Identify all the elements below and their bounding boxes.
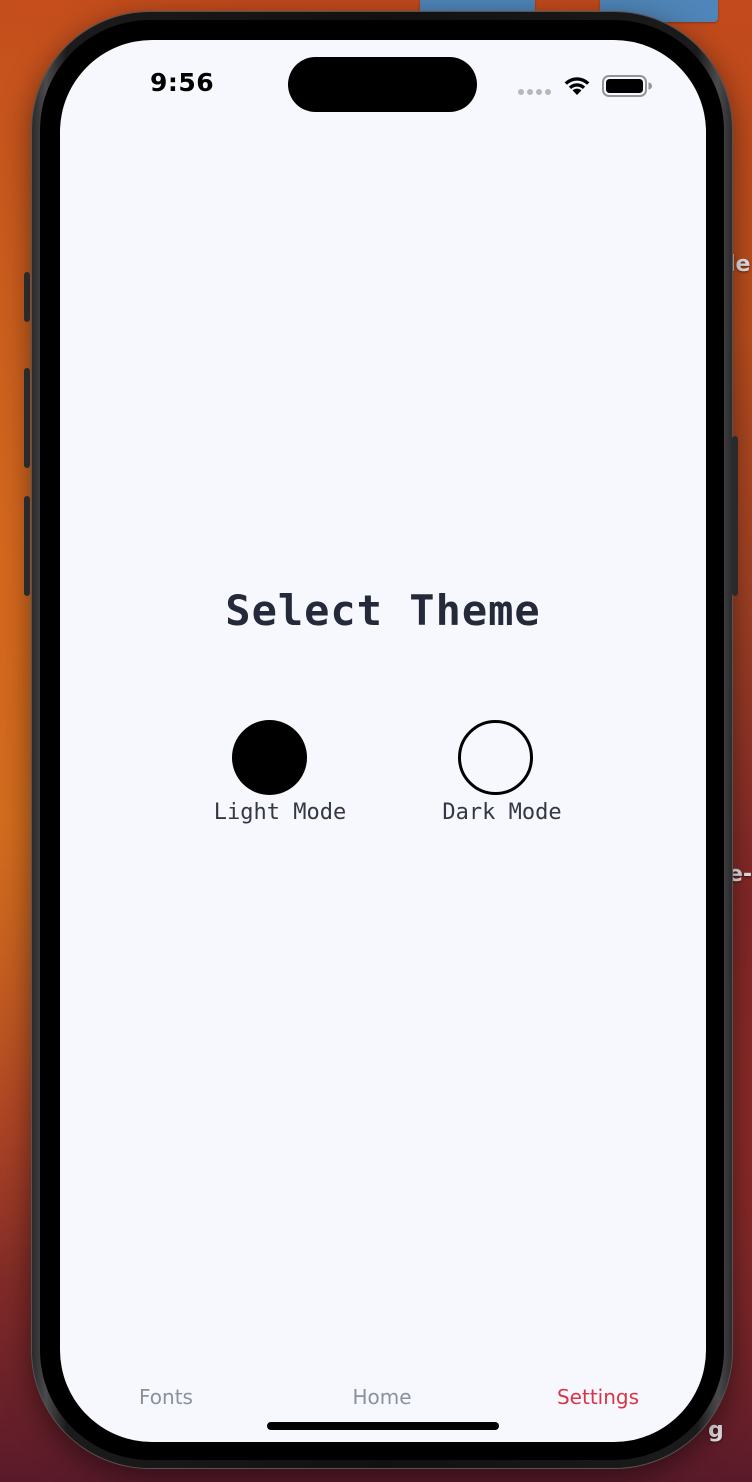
dark-mode-option[interactable]: Dark Mode (420, 718, 580, 833)
dark-mode-label: Dark Mode (442, 800, 562, 825)
battery-icon (602, 75, 652, 97)
home-indicator[interactable] (267, 1422, 499, 1430)
action-button[interactable] (24, 272, 30, 322)
phone-screen: 9:56 Select Theme Light Mode Dark Mode F… (60, 40, 706, 1442)
light-mode-swatch[interactable] (232, 720, 307, 795)
wifi-icon (564, 77, 590, 95)
page-title: Select Theme (225, 586, 541, 635)
tab-fonts[interactable]: Fonts (86, 1385, 246, 1409)
desktop-label-fragment: g (708, 1418, 724, 1443)
power-button[interactable] (732, 436, 738, 596)
volume-down-button[interactable] (24, 496, 30, 596)
light-mode-option[interactable]: Light Mode (210, 718, 370, 833)
tab-home[interactable]: Home (302, 1385, 462, 1409)
dynamic-island (288, 57, 477, 112)
light-mode-label: Light Mode (213, 800, 347, 825)
tab-settings[interactable]: Settings (518, 1385, 678, 1409)
status-time: 9:56 (150, 68, 215, 97)
cellular-signal-icon (518, 89, 552, 95)
dark-mode-swatch[interactable] (458, 720, 533, 795)
volume-up-button[interactable] (24, 368, 30, 468)
tab-bar: Fonts Home Settings (60, 1385, 706, 1425)
